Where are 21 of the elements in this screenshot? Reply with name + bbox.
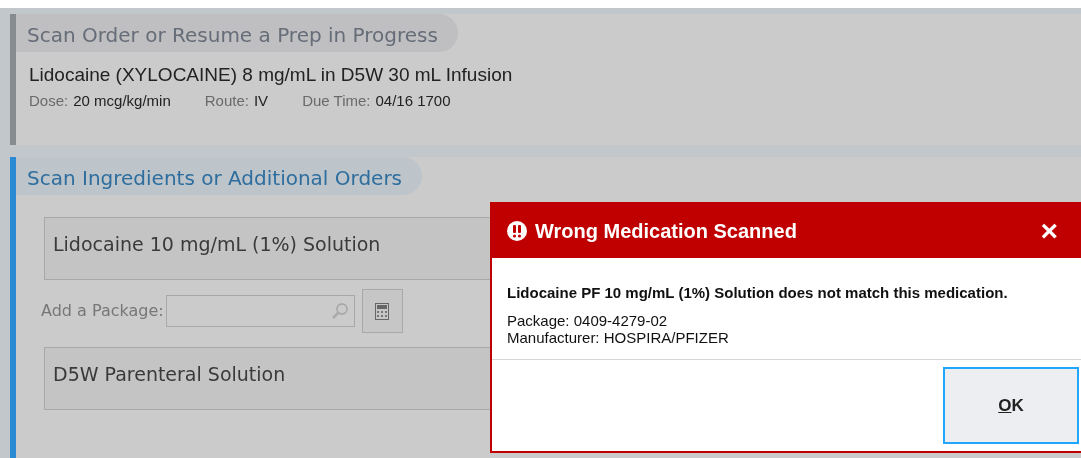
manufacturer-text: Manufacturer: HOSPIRA/PFIZER: [507, 328, 730, 346]
detail-value: 04/16 1700: [375, 90, 451, 111]
dialog-title: Wrong Medication Scanned: [535, 219, 797, 244]
detail-value: 20 mcg/kg/min: [73, 90, 171, 111]
alert-icon: [507, 221, 527, 241]
close-button[interactable]: ×: [1040, 216, 1058, 246]
detail-label: Route:: [204, 90, 249, 111]
search-icon: [330, 302, 349, 320]
package-label: Add a Package:: [41, 300, 164, 322]
detail-label: Dose:: [29, 90, 69, 111]
detail-label: Due Time:: [302, 90, 371, 111]
ok-button[interactable]: OK: [943, 367, 1079, 444]
calculator-icon: [375, 302, 390, 320]
calculator-button[interactable]: [361, 289, 403, 333]
panel-title: Scan Order or Resume a Prep in Progress: [16, 14, 458, 52]
error-message: Lidocaine PF 10 mg/mL (1%) Solution does not match this medication.: [507, 283, 1009, 303]
detail-value: IV: [253, 90, 269, 111]
panel-title: Scan Ingredients or Additional Orders: [16, 157, 423, 195]
package-text: Package: 0409-4279-02: [507, 311, 669, 329]
package-field[interactable]: [165, 295, 355, 327]
medication-name: Lidocaine (XYLOCAINE) 8 mg/mL in D5W 30 mL Infusion: [29, 63, 514, 87]
